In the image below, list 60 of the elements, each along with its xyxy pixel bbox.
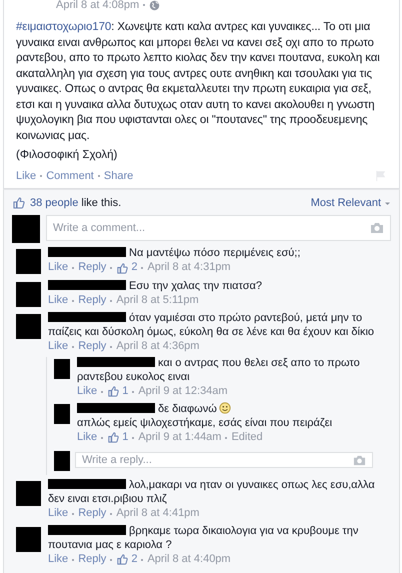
like-count: 1 <box>122 430 128 444</box>
comment-text: Εσυ την χαλας την πιατσα? <box>48 280 391 293</box>
camera-icon <box>370 221 384 235</box>
comment-time[interactable]: April 9 at 1:44am <box>138 430 222 444</box>
thumbs-up-icon <box>107 431 120 444</box>
action-link[interactable]: Like <box>77 384 98 398</box>
comment-text: βρηκαμε τωρα δικαιολογια για να κρυβουμε την πουτανια μας ε καριολα ? <box>48 525 391 552</box>
action-link[interactable]: Like <box>77 430 98 444</box>
action-link[interactable]: Reply <box>78 552 106 566</box>
avatar <box>54 451 70 471</box>
action-link[interactable]: Like <box>48 552 68 566</box>
comment-text: και ο αντρας που θελει σεξ απο το πρωτο ραντεβου ευκολος ειναι <box>77 357 391 384</box>
avatar <box>16 249 41 274</box>
likes-link[interactable]: 38 people <box>30 197 78 209</box>
thumbs-up-icon <box>107 385 120 398</box>
avatar <box>16 314 41 339</box>
comment-text: δε διαφωνώ <box>77 403 217 415</box>
avatar <box>12 215 40 243</box>
thumbs-up-icon <box>116 262 130 274</box>
action-link[interactable]: Reply <box>78 506 106 520</box>
action-link[interactable]: Reply <box>78 340 106 354</box>
avatar <box>16 282 41 306</box>
action-link[interactable]: Like <box>48 261 68 275</box>
comment-field[interactable]: Write a comment... <box>46 215 391 241</box>
comment-time[interactable]: April 8 at 4:41pm <box>116 506 200 520</box>
action-link[interactable]: Like <box>16 170 36 182</box>
avatar <box>16 527 41 552</box>
likes-summary: 38 people like this. <box>30 197 122 209</box>
action-link[interactable]: Like <box>48 294 68 308</box>
camera-icon <box>353 454 366 467</box>
action-link[interactable]: Like <box>48 506 68 520</box>
comment-time[interactable]: April 8 at 5:11pm <box>116 294 199 308</box>
action-link[interactable]: Like <box>48 340 68 354</box>
avatar <box>54 359 70 379</box>
action-link[interactable]: Share <box>104 170 134 182</box>
post-text: #ειμαιστοχωριο170: Χωνεψτε κατι καλα αντρες και γυναικες... Το οτι μια γυναικα ειναι ανθρωπος και μπορει θελει να κανει σεξ οχι απο το πρωτο ραντεβου, απο το πρωτο λεπτο κιολας δεν την κανει πουτανα, ευκολη και ακαταλληλη για σχεση για τους αντρες ουτε ανηθικη και τσουλακι για τις γυναικες. Οπως ο αντρας θα εκμεταλλευτει την πρωτη ευκαιρια για σεξ, ετσι και η γυναικα αλλα δυτυχως οταν αυτη το κανει ακολουθει η γνωστη ψυχολογικη βια που υφιστανται ολες οι "πουτανες" της προοδευεμενης κοινωνιας μας. <box>16 20 381 144</box>
action-link[interactable]: Comment <box>46 170 94 182</box>
comment-text: όταν γαμιέσαι στο πρώτο ραντεβού, μετά μην το παίζεις και δύσκολη όμως, εύκολη θα σε λένε και θα έχουν και δίκιο <box>48 312 391 339</box>
comment-text: απλώς εμείς ψιλοχεστήκαμε, εσάς είναι που πειράζει <box>77 416 334 430</box>
comment-text: Να μαντέψω πόσο περιμένεις εσύ;; <box>48 247 391 260</box>
avatar <box>54 404 70 424</box>
comment-time[interactable]: April 8 at 4:36pm <box>116 340 200 354</box>
like-count: 2 <box>131 261 138 275</box>
action-link[interactable]: Reply <box>78 294 106 308</box>
thumbs-up-icon <box>116 553 130 566</box>
comment-time[interactable]: April 8 at 4:31pm <box>147 261 231 275</box>
like-count: 2 <box>131 552 138 566</box>
action-link[interactable]: Reply <box>78 261 106 275</box>
avatar <box>16 481 41 506</box>
comment-time[interactable]: April 9 at 12:34am <box>138 384 228 398</box>
comment-time[interactable]: April 8 at 4:40pm <box>147 552 231 566</box>
comment-text: λολ,μακαρι να ηταν οι γυναικες οπως λες εσυ,αλλα δεν ειναι ετσι.ριβιου πλιζ <box>48 479 391 506</box>
thumbs-up-icon <box>12 196 26 210</box>
like-count: 1 <box>122 384 128 398</box>
caret-down-icon <box>384 200 391 206</box>
post-signature: (Φιλοσοφική Σχολή) <box>16 148 118 163</box>
post-timestamp[interactable]: April 8 at 4:08pm <box>56 0 140 11</box>
sort-menu[interactable]: Most Relevant <box>310 197 381 209</box>
reply-field[interactable]: Write a reply... <box>75 452 373 468</box>
edited-label: Edited <box>231 430 263 444</box>
